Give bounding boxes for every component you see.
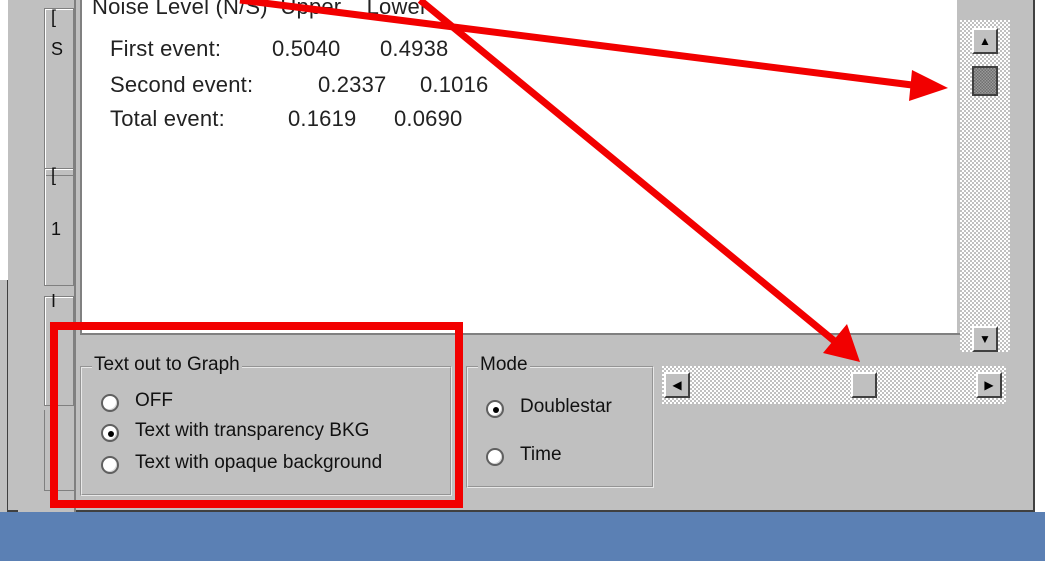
annotation-arrowhead [823, 324, 860, 362]
annotation-arrow-line [239, 0, 921, 90]
annotation-arrows [239, 0, 948, 362]
annotation-arrowhead [909, 70, 948, 101]
